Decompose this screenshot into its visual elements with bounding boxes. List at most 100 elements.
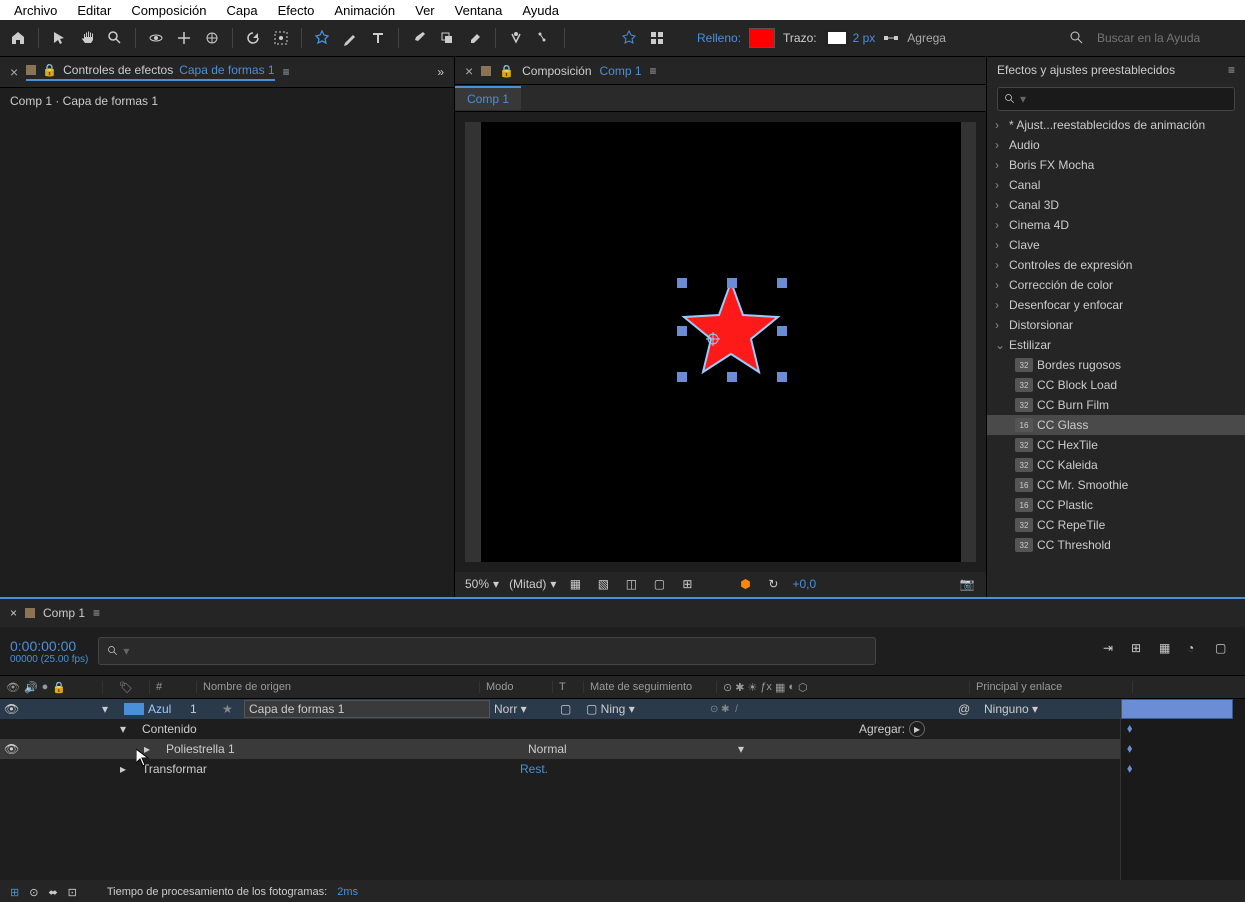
timeline-tab[interactable]: Comp 1 xyxy=(43,606,85,620)
layer-row[interactable]: 👁 ▾ Azul 1 ★ Capa de formas 1 Norr ▾ ▢ ▢… xyxy=(0,699,1245,719)
lock-icon[interactable]: 🔒 xyxy=(499,64,514,78)
zoom-tool-icon[interactable] xyxy=(103,26,127,50)
handle-icon[interactable] xyxy=(777,326,787,336)
fx-item[interactable]: ›Corrección de color xyxy=(987,275,1245,295)
menu-ventana[interactable]: Ventana xyxy=(445,3,513,18)
panel-menu-icon[interactable]: ≡ xyxy=(650,64,657,78)
eye-icon[interactable]: 👁 xyxy=(4,702,19,716)
canvas[interactable] xyxy=(481,122,961,562)
polystar-mode[interactable]: Normal ▾ xyxy=(524,742,748,756)
twirl-icon[interactable]: ▾ xyxy=(120,722,126,736)
fx-item[interactable]: 32CC Threshold xyxy=(987,535,1245,555)
keyframe-marker[interactable]: ⬧ xyxy=(1127,721,1132,736)
fx-item[interactable]: ⌄Estilizar xyxy=(987,335,1245,355)
fx-item[interactable]: ›Boris FX Mocha xyxy=(987,155,1245,175)
layer-color[interactable]: Azul xyxy=(144,702,186,716)
panel-layer[interactable]: Capa de formas 1 xyxy=(179,63,274,77)
text-tool-icon[interactable] xyxy=(366,26,390,50)
menu-efecto[interactable]: Efecto xyxy=(268,3,325,18)
region-icon[interactable]: ◫ xyxy=(622,575,640,593)
switch-icon[interactable]: ✱ xyxy=(735,681,744,694)
switch-icon[interactable]: ☀ xyxy=(747,681,757,694)
comp-tab[interactable]: Comp 1 xyxy=(455,86,521,110)
hand-tool-icon[interactable] xyxy=(75,26,99,50)
star-fav-icon[interactable] xyxy=(617,26,641,50)
twirl-icon[interactable]: ▸ xyxy=(120,762,126,776)
fx-item[interactable]: 16CC Plastic xyxy=(987,495,1245,515)
switch-icon[interactable]: ƒx xyxy=(760,681,772,694)
solo-icon[interactable]: ● xyxy=(42,681,49,693)
reset-link[interactable]: Rest. xyxy=(516,762,740,776)
dolly-tool-icon[interactable] xyxy=(200,26,224,50)
stroke-swatch[interactable] xyxy=(825,29,849,47)
roto-tool-icon[interactable] xyxy=(504,26,528,50)
expand-icon[interactable]: » xyxy=(437,65,444,79)
reset-icon[interactable]: ↻ xyxy=(764,575,782,593)
exposure-value[interactable]: +0,0 xyxy=(792,577,816,591)
fill-label[interactable]: Relleno: xyxy=(697,31,741,45)
draft-icon[interactable]: ▢ xyxy=(1215,641,1235,661)
stroke-px[interactable]: 2 px xyxy=(853,31,876,45)
frame-blend-icon[interactable]: ⊞ xyxy=(1131,641,1151,661)
grid-icon[interactable]: ▢ xyxy=(650,575,668,593)
close-icon[interactable]: × xyxy=(465,63,473,79)
effects-tree[interactable]: ›* Ajust...reestablecidos de animación›A… xyxy=(987,115,1245,597)
fill-swatch[interactable] xyxy=(749,28,775,48)
close-icon[interactable]: × xyxy=(10,64,18,80)
switch-icon[interactable]: ⬡ xyxy=(798,681,808,694)
polystar-row[interactable]: 👁 ▸ Poliestrella 1 Normal ▾ xyxy=(0,739,1245,759)
clone-tool-icon[interactable] xyxy=(435,26,459,50)
fx-item[interactable]: 32CC Burn Film xyxy=(987,395,1245,415)
star-tool-icon[interactable] xyxy=(310,26,334,50)
add-button[interactable]: ▸ xyxy=(909,721,925,737)
pickwhip-icon[interactable]: @ xyxy=(954,702,980,716)
fx-item[interactable]: ›Distorsionar xyxy=(987,315,1245,335)
guides-icon[interactable]: ⊞ xyxy=(678,575,696,593)
twirl-icon[interactable]: ▾ xyxy=(102,702,108,716)
toggle-switches-icon[interactable]: ⊞ xyxy=(10,886,19,899)
menu-archivo[interactable]: Archivo xyxy=(4,3,67,18)
fx-item[interactable]: ›Controles de expresión xyxy=(987,255,1245,275)
menu-editar[interactable]: Editar xyxy=(67,3,121,18)
parent-dropdown[interactable]: Ninguno ▾ xyxy=(980,702,1118,716)
layer-bar[interactable] xyxy=(1121,699,1233,719)
handle-icon[interactable] xyxy=(677,372,687,382)
current-time[interactable]: 0:00:00:00 xyxy=(10,638,88,654)
track-dropdown[interactable]: ▢ Ning ▾ xyxy=(582,702,706,716)
audio-icon[interactable]: 🔊 xyxy=(24,681,38,694)
brush-tool-icon[interactable] xyxy=(407,26,431,50)
close-icon[interactable]: × xyxy=(10,606,17,620)
pen-tool-icon[interactable] xyxy=(338,26,362,50)
toggle-icon[interactable]: ⬌ xyxy=(48,886,57,899)
eye-icon[interactable]: 👁 xyxy=(6,681,20,694)
camera-icon[interactable]: 📷 xyxy=(958,575,976,593)
shy-icon[interactable]: ⇥ xyxy=(1103,641,1123,661)
toggle-icon[interactable]: ⊙ xyxy=(29,886,38,899)
fx-item[interactable]: ›Cinema 4D xyxy=(987,215,1245,235)
mode-dropdown[interactable]: Norr ▾ xyxy=(490,702,556,716)
zoom-dropdown[interactable]: 50%▾ xyxy=(465,577,499,591)
fx-item[interactable]: ›Canal 3D xyxy=(987,195,1245,215)
help-search-input[interactable] xyxy=(1095,30,1239,46)
pan-tool-icon[interactable] xyxy=(172,26,196,50)
timeline-search[interactable]: ▾ xyxy=(98,637,876,665)
switch-icon[interactable]: ◐ xyxy=(788,681,795,694)
menu-ver[interactable]: Ver xyxy=(405,3,445,18)
fx-item[interactable]: 16CC Mr. Smoothie xyxy=(987,475,1245,495)
menu-composicion[interactable]: Composición xyxy=(121,3,216,18)
motion-blur-icon[interactable]: ▦ xyxy=(1159,641,1179,661)
anchor-icon[interactable] xyxy=(706,332,720,346)
lock-icon[interactable]: 🔒 xyxy=(52,681,66,694)
keyframe-marker[interactable]: ⬧ xyxy=(1127,741,1132,756)
track-area[interactable]: ⬧ ⬧ ⬧ xyxy=(1120,699,1245,880)
handle-icon[interactable] xyxy=(677,326,687,336)
comp-name[interactable]: Comp 1 xyxy=(600,64,642,78)
contents-row[interactable]: ▾ Contenido Agregar: ▸ xyxy=(0,719,1245,739)
color-icon[interactable]: ⬢ xyxy=(736,575,754,593)
switch-icon[interactable]: ⊙ xyxy=(723,681,732,694)
switch-icon[interactable]: ▦ xyxy=(775,681,785,694)
label-swatch[interactable] xyxy=(124,703,144,715)
transparency-icon[interactable]: ▦ xyxy=(566,575,584,593)
handle-icon[interactable] xyxy=(727,372,737,382)
eye-icon[interactable]: 👁 xyxy=(4,742,19,756)
